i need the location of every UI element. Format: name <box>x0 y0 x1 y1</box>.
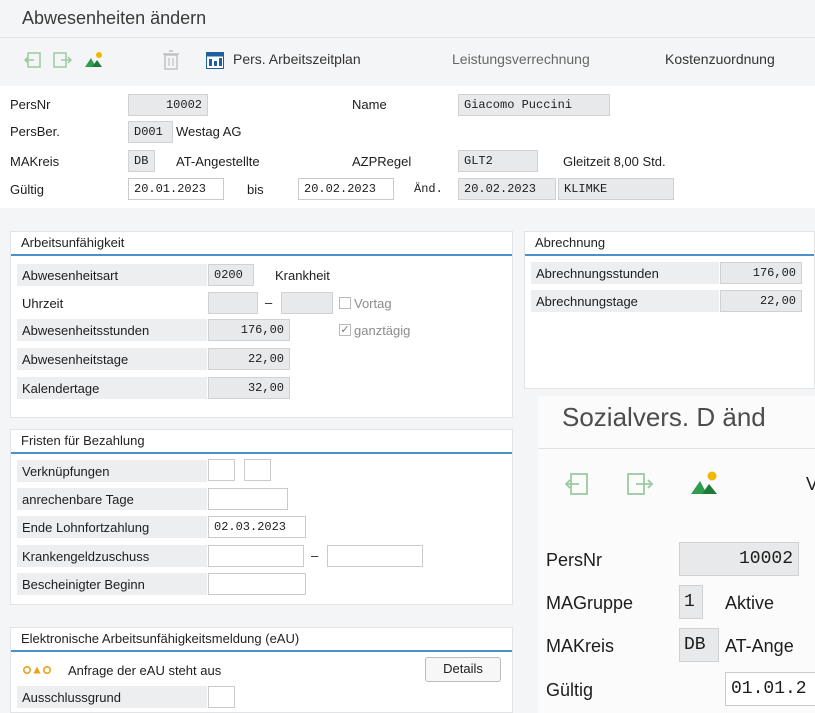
overlay-makreis-text: AT-Ange <box>725 636 794 656</box>
previous-entry-icon[interactable] <box>23 51 42 72</box>
status-traffic-light-icon <box>22 664 56 679</box>
aend-user-field: KLIMKE <box>558 178 674 200</box>
kalendertage-label: Kalendertage <box>22 381 100 396</box>
overlay-previous-icon[interactable] <box>564 472 590 499</box>
abrechnung-title: Abrechnung <box>525 232 814 256</box>
uhrzeit-dash: – <box>265 295 273 310</box>
bescheinigter-beginn-field[interactable] <box>208 573 306 595</box>
fristen-title: Fristen für Bezahlung <box>11 430 512 454</box>
verknuepfung-2-field[interactable] <box>244 459 271 481</box>
persber-field[interactable]: D001 <box>128 121 173 143</box>
abwesenheitstage-field[interactable]: 22,00 <box>208 348 290 370</box>
vortag-checkbox[interactable] <box>339 297 351 309</box>
abrechnungsstunden-label: Abrechnungsstunden <box>536 266 659 281</box>
krankengeldzuschuss-to-field[interactable] <box>327 545 423 567</box>
abrechnungsstunden-field[interactable]: 176,00 <box>720 262 802 284</box>
overview-icon[interactable] <box>84 51 104 72</box>
anrechenbare-tage-label: anrechenbare Tage <box>22 492 134 507</box>
overlay-divider <box>538 448 815 449</box>
anrechenbare-tage-field[interactable] <box>208 488 288 510</box>
krankengeldzuschuss-label: Krankengeldzuschuss <box>22 549 150 564</box>
krankengeldzuschuss-dash: – <box>311 548 319 563</box>
makreis-label: MAKreis <box>10 154 60 169</box>
gueltig-label: Gültig <box>10 182 44 197</box>
window-title: Abwesenheiten ändern <box>22 8 207 28</box>
overlay-magruppe-field[interactable]: 1 <box>679 585 703 619</box>
azpregel-label: AZPRegel <box>352 154 412 169</box>
overlay-makreis-label: MAKreis <box>546 636 615 656</box>
abwesenheitsart-text: Krankheit <box>275 268 330 283</box>
arbeitsunfaehigkeit-title: Arbeitsunfähigkeit <box>11 232 512 256</box>
overlay-overview-icon[interactable] <box>690 470 720 499</box>
abwesenheitsart-field[interactable]: 0200 <box>208 264 254 286</box>
overlay-persnr-field[interactable]: 10002 <box>679 542 799 576</box>
overlay-persnr-label: PersNr <box>546 550 603 570</box>
aend-date-field: 20.02.2023 <box>458 178 556 200</box>
gueltig-to-field[interactable]: 20.02.2023 <box>298 178 394 200</box>
leistungsverrechnung-button[interactable]: Leistungsverrechnung <box>452 51 590 67</box>
name-field[interactable]: Giacomo Puccini <box>458 94 610 116</box>
kalendertage-field[interactable]: 32,00 <box>208 377 290 399</box>
krankengeldzuschuss-from-field[interactable] <box>208 545 304 567</box>
uhrzeit-from-field[interactable] <box>208 292 258 314</box>
header-area <box>0 86 815 208</box>
ganztaegig-checkbox[interactable]: ✓ <box>339 324 351 336</box>
pers-arbeitszeitplan-button[interactable]: Pers. Arbeitszeitplan <box>233 51 361 67</box>
eau-status-text: Anfrage der eAU steht aus <box>68 663 222 678</box>
next-entry-icon[interactable] <box>53 51 73 72</box>
persber-label: PersBer. <box>10 124 60 139</box>
overlay-title: Sozialvers. D änd <box>562 402 766 432</box>
overlay-gueltig-label: Gültig <box>546 680 594 700</box>
persnr-label: PersNr <box>10 97 51 112</box>
abwesenheitsart-label: Abwesenheitsart <box>22 268 119 283</box>
eau-title: Elektronische Arbeitsunfähigkeitsmeldung… <box>11 628 512 652</box>
bis-label: bis <box>247 182 264 197</box>
makreis-text: AT-Angestellte <box>176 154 260 169</box>
name-label: Name <box>352 97 387 112</box>
ganztaegig-label: ganztägig <box>354 323 411 338</box>
overlay-next-icon[interactable] <box>626 472 654 499</box>
abrechnungstage-field[interactable]: 22,00 <box>720 290 802 312</box>
persnr-field[interactable]: 10002 <box>128 94 208 116</box>
kostenzuordnung-button[interactable]: Kostenzuordnung <box>665 51 775 67</box>
details-button[interactable]: Details <box>425 657 501 682</box>
title-divider <box>0 37 815 38</box>
calendar-icon[interactable] <box>206 52 224 72</box>
abwesenheitsstunden-field[interactable]: 176,00 <box>208 319 290 341</box>
ausschlussgrund-field[interactable] <box>208 686 235 708</box>
ende-lohnfortzahlung-label: Ende Lohnfortzahlung <box>22 520 150 535</box>
verknuepfungen-label: Verknüpfungen <box>22 464 110 479</box>
ende-lohnfortzahlung-field[interactable]: 02.03.2023 <box>208 516 306 538</box>
gueltig-from-field[interactable]: 20.01.2023 <box>128 178 224 200</box>
verknuepfung-1-field[interactable] <box>208 459 235 481</box>
overlay-gueltig-field[interactable]: 01.01.2 <box>725 672 815 706</box>
bescheinigter-beginn-label: Bescheinigter Beginn <box>22 577 145 592</box>
abrechnungstage-label: Abrechnungstage <box>536 294 638 309</box>
overlay-magruppe-text: Aktive <box>725 593 775 613</box>
overlay-makreis-field[interactable]: DB <box>679 628 719 662</box>
azpregel-field[interactable]: GLT2 <box>458 150 538 172</box>
abwesenheitsstunden-label: Abwesenheitsstunden <box>22 323 150 338</box>
sozialvers-overlay-window: Sozialvers. D änd V PersNr 10002 MAGrupp… <box>538 396 815 713</box>
makreis-field[interactable]: DB <box>128 150 155 172</box>
vortag-label: Vortag <box>354 296 392 311</box>
azpregel-text: Gleitzeit 8,00 Std. <box>563 154 666 169</box>
overlay-magruppe-label: MAGruppe <box>546 593 634 613</box>
delete-icon[interactable] <box>162 50 180 73</box>
abwesenheitstage-label: Abwesenheitstage <box>22 352 129 367</box>
overlay-toolbar-letter: V <box>806 474 815 494</box>
persber-text: Westag AG <box>176 124 242 139</box>
uhrzeit-to-field[interactable] <box>281 292 333 314</box>
ausschlussgrund-label: Ausschlussgrund <box>22 690 121 705</box>
uhrzeit-label: Uhrzeit <box>22 296 64 311</box>
aend-label: Änd. <box>414 182 443 196</box>
